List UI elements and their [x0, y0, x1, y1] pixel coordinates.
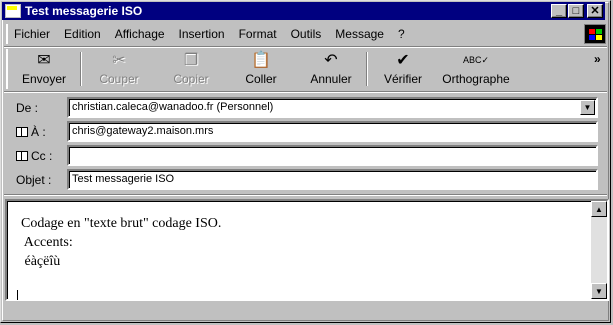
menu-bar: Fichier Edition Affichage Insertion Form… [6, 24, 578, 44]
menu-separator [4, 46, 607, 48]
maximize-button[interactable]: □ [568, 4, 584, 18]
check-names-icon: ✔ [396, 52, 410, 69]
to-label: À : [31, 125, 46, 139]
windows-logo-icon [584, 24, 606, 44]
paste-label: Coller [245, 72, 277, 86]
cut-button[interactable]: ✂ Couper [82, 49, 156, 89]
send-label: Envoyer [21, 72, 67, 86]
send-button[interactable]: ✉ Envoyer [8, 49, 80, 89]
cut-label: Couper [99, 72, 139, 86]
subject-field[interactable]: Test messagerie ISO [67, 169, 598, 190]
undo-label: Annuler [310, 72, 352, 86]
body-line-1: Codage en "texte brut" codage ISO. [21, 216, 222, 231]
from-value: christian.caleca@wanadoo.fr (Personnel) [72, 101, 274, 113]
to-label-group[interactable]: À : [16, 125, 46, 139]
menu-insertion[interactable]: Insertion [173, 27, 233, 41]
chevron-down-icon[interactable]: ▼ [580, 100, 595, 115]
toolbar-separator-line [4, 91, 607, 93]
to-row: À : chris@gateway2.maison.mrs [0, 121, 611, 142]
undo-button[interactable]: ↶ Annuler [296, 49, 366, 89]
address-book-icon[interactable] [16, 127, 28, 137]
subject-row: Objet : Test messagerie ISO [0, 169, 611, 190]
body-line-3: éàçëîù [21, 254, 61, 269]
menu-message[interactable]: Message [329, 27, 392, 41]
subject-label: Objet : [16, 173, 52, 187]
copy-icon: ❐ [183, 52, 199, 69]
from-label: De : [16, 101, 39, 115]
menu-edition[interactable]: Edition [58, 27, 109, 41]
spelling-icon: ABC✓ [462, 54, 490, 65]
menu-affichage[interactable]: Affichage [109, 27, 173, 41]
from-dropdown[interactable]: christian.caleca@wanadoo.fr (Personnel) … [67, 97, 598, 118]
title-bar[interactable]: Test messagerie ISO _ □ ✕ [2, 2, 605, 20]
paste-button[interactable]: 📋 Coller [226, 49, 296, 89]
cc-row: Cc : [0, 145, 611, 166]
spelling-button[interactable]: ABC✓ Orthographe [438, 49, 514, 89]
from-row: De : christian.caleca@wanadoo.fr (Person… [0, 97, 611, 118]
minimize-button[interactable]: _ [551, 4, 567, 18]
message-body[interactable]: Codage en "texte brut" codage ISO. Accen… [5, 199, 609, 301]
toolbar: ✉ Envoyer ✂ Couper ❐ Copier 📋 Coller ↶ A… [6, 49, 608, 89]
clipboard-icon: 📋 [251, 52, 271, 69]
spell-label: Orthographe [442, 72, 510, 86]
check-label: Vérifier [383, 72, 422, 86]
scroll-up-icon[interactable]: ▲ [591, 201, 607, 217]
copy-label: Copier [173, 72, 209, 86]
copy-button[interactable]: ❐ Copier [156, 49, 226, 89]
header-body-separator [4, 194, 607, 196]
to-field[interactable]: chris@gateway2.maison.mrs [67, 121, 598, 142]
scissors-icon: ✂ [112, 52, 126, 69]
scroll-down-icon[interactable]: ▼ [591, 283, 607, 299]
menu-fichier[interactable]: Fichier [8, 27, 58, 41]
body-line-2: Accents: [21, 235, 73, 250]
cc-label: Cc : [31, 149, 53, 163]
send-icon: ✉ [37, 52, 51, 69]
toolbar-more-button[interactable]: » [594, 52, 601, 66]
message-app-icon[interactable] [5, 4, 21, 18]
vertical-scrollbar[interactable]: ▲ ▼ [591, 201, 607, 299]
window-title: Test messagerie ISO [25, 4, 143, 18]
close-button[interactable]: ✕ [587, 4, 603, 18]
menu-format[interactable]: Format [233, 27, 285, 41]
address-book-icon[interactable] [16, 151, 28, 161]
cc-field[interactable] [67, 145, 598, 166]
menu-help[interactable]: ? [392, 27, 413, 41]
check-names-button[interactable]: ✔ Vérifier [368, 49, 438, 89]
text-caret [17, 290, 18, 300]
menu-outils[interactable]: Outils [285, 27, 330, 41]
cc-label-group[interactable]: Cc : [16, 149, 52, 163]
undo-icon: ↶ [324, 52, 338, 69]
